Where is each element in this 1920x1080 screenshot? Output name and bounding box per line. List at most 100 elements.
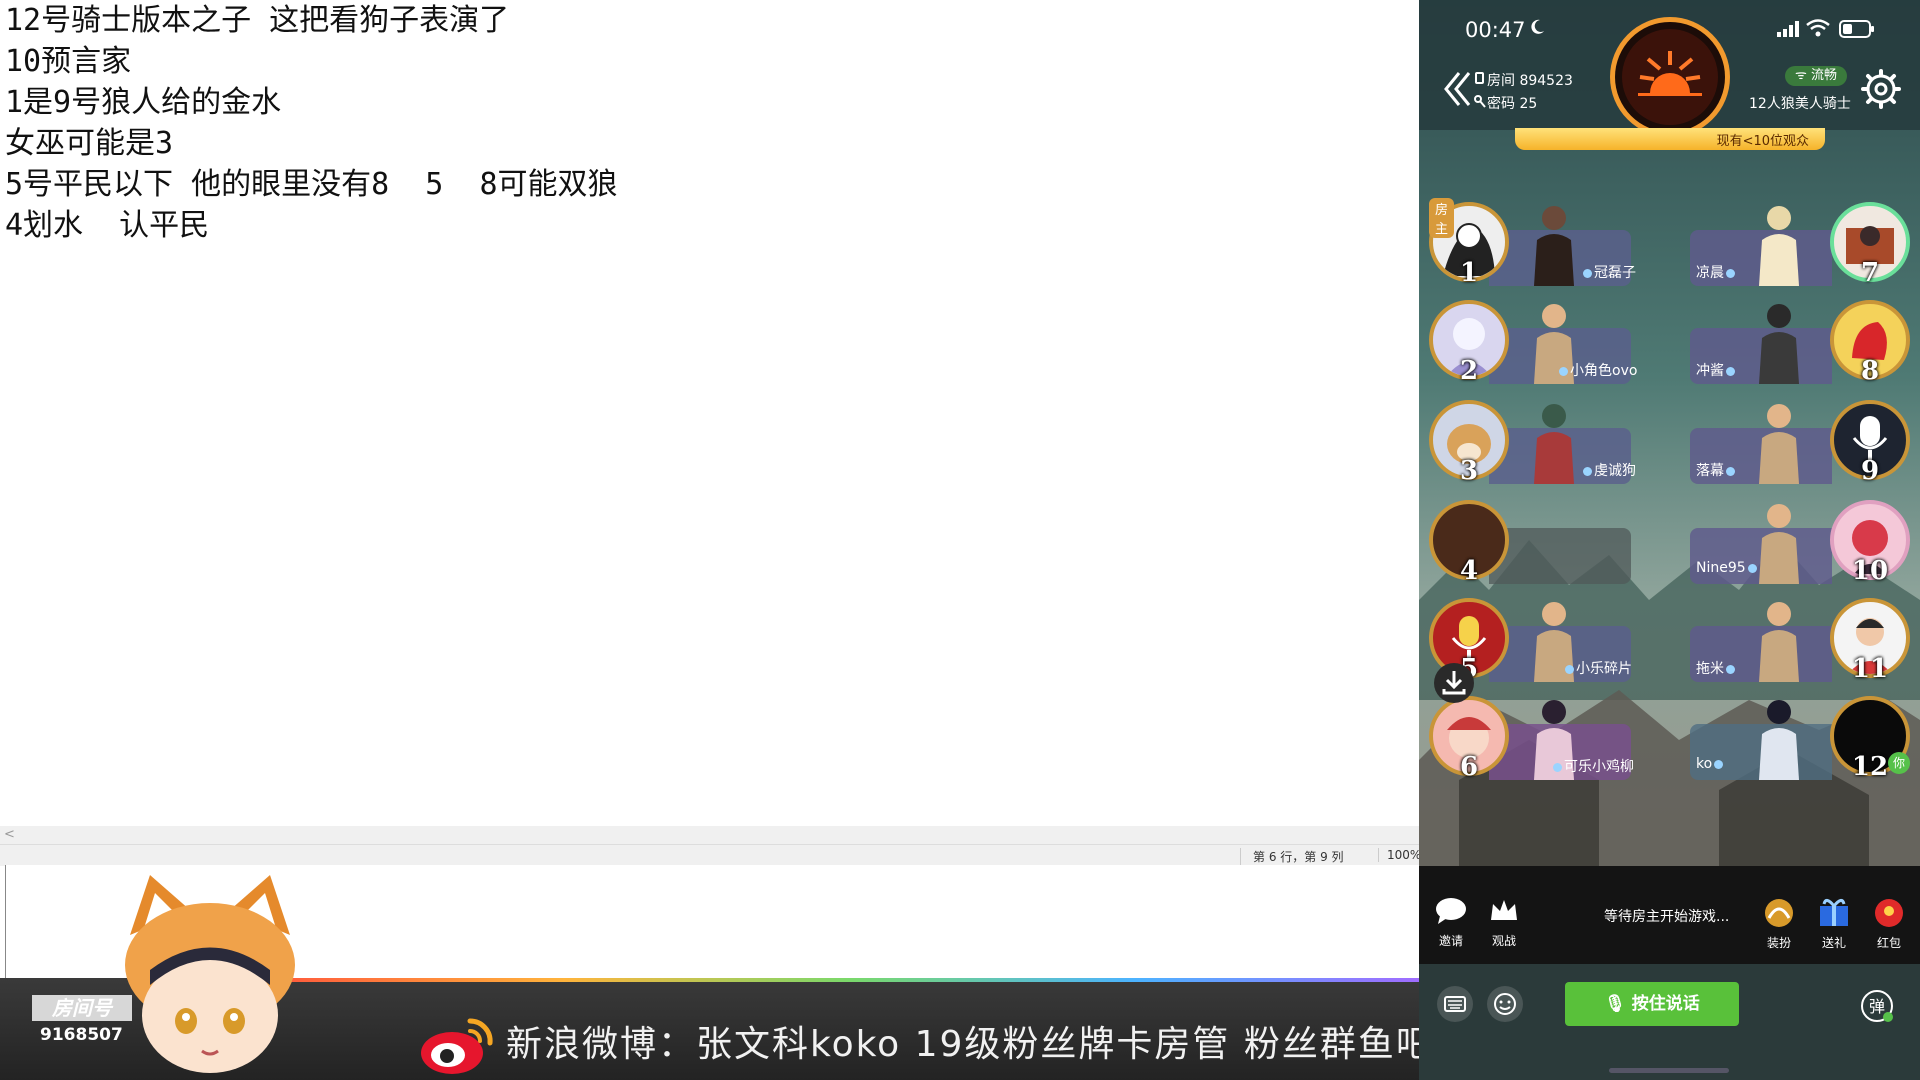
- zoom-level: 100%: [1378, 848, 1421, 862]
- network-status-badge: ᯤ 流畅: [1785, 66, 1848, 86]
- seat-number: 3: [1459, 456, 1479, 486]
- mic-icon: 🎙: [1604, 994, 1626, 1014]
- dress-button[interactable]: 装扮: [1757, 896, 1801, 951]
- room-label: 房间号: [32, 995, 132, 1021]
- player-name-plate: [1489, 528, 1631, 584]
- character-figure-icon: [1759, 700, 1799, 780]
- seat-number: 9: [1860, 456, 1880, 486]
- push-to-talk-button[interactable]: 🎙 按住说话: [1565, 982, 1739, 1026]
- note-line: 10预言家: [5, 44, 132, 79]
- streamer-mascot-icon: [125, 875, 295, 1073]
- room-icon: [1475, 72, 1484, 84]
- player-nickname: 凉晨: [1696, 262, 1737, 282]
- nickname-text: 小乐碎片: [1576, 661, 1632, 677]
- invite-button[interactable]: 邀请: [1429, 896, 1473, 949]
- player-nickname: 小乐碎片: [1563, 658, 1632, 678]
- wifi-icon: [1806, 19, 1830, 37]
- note-line: 女巫可能是3: [5, 126, 174, 161]
- status-dot-icon: [1583, 268, 1592, 278]
- chat-input-bar: 🎙 按住说话 弹: [1419, 964, 1920, 1080]
- seat-number: 2: [1459, 356, 1479, 386]
- game-toolbar: 邀请 观战 等待房主开始游戏... 装扮 送礼 红包: [1419, 866, 1920, 964]
- seat-number: 7: [1860, 258, 1880, 288]
- status-dot-icon: [1726, 466, 1735, 476]
- room-number: 9168507: [40, 1025, 123, 1045]
- battery-icon: [1839, 20, 1874, 38]
- note-line: 4划水 认平民: [5, 208, 210, 243]
- seat-number: 11: [1851, 654, 1889, 684]
- note-line: 5号平民以下 他的眼里没有8 5 8可能双狼: [5, 167, 618, 202]
- player-nickname: 冲酱: [1696, 360, 1737, 380]
- character-figure-icon: [1759, 304, 1799, 384]
- horizontal-scrollbar[interactable]: <: [0, 826, 1419, 844]
- nickname-text: 冠磊子: [1594, 265, 1636, 281]
- status-dot-icon: [1726, 268, 1735, 278]
- status-dot-icon: [1714, 759, 1724, 769]
- nickname-text: Nine95: [1696, 560, 1746, 576]
- sun-emblem-icon: [1610, 17, 1730, 137]
- network-status-text: 流畅: [1811, 68, 1838, 83]
- red-packet-icon: [1875, 899, 1903, 927]
- wifi-small-icon: ᯤ: [1795, 68, 1812, 83]
- stream-overlay-banner: 新浪微博：张文科koko 19级粉丝牌卡房管 粉丝群鱼吧 房间号 9168507: [0, 865, 1432, 1080]
- push-to-talk-label: 按住说话: [1631, 994, 1700, 1014]
- status-dot-icon: [1726, 366, 1735, 376]
- chat-bubble-icon: [1436, 898, 1466, 924]
- notepad-window: 12号骑士版本之子 这把看狗子表演了 10预言家 1是9号狼人给的金水 女巫可能…: [0, 0, 1421, 866]
- player-nickname: 拖米: [1696, 658, 1737, 678]
- danmaku-label: 弹: [1869, 997, 1885, 1016]
- status-dot-icon: [1747, 563, 1757, 573]
- red-packet-button[interactable]: 红包: [1867, 896, 1911, 951]
- download-icon[interactable]: [1433, 662, 1475, 704]
- keyboard-button[interactable]: [1437, 986, 1473, 1022]
- banner-ticker-text: 新浪微博：张文科koko 19级粉丝牌卡房管 粉丝群鱼吧: [506, 1024, 1434, 1065]
- status-time: 00:47: [1465, 18, 1526, 42]
- character-figure-icon: [1759, 206, 1799, 286]
- nickname-text: 可乐小鸡柳: [1564, 759, 1634, 775]
- status-dot-icon: [1583, 466, 1592, 476]
- crown-icon: [1491, 900, 1517, 920]
- note-line: 1是9号狼人给的金水: [5, 85, 282, 120]
- player-nickname: 落幕: [1696, 460, 1737, 480]
- status-dot-icon: [1726, 664, 1735, 674]
- character-figure-icon: [1759, 404, 1799, 484]
- character-figure-icon: [1534, 206, 1574, 286]
- nickname-text: 落幕: [1696, 463, 1724, 479]
- home-indicator[interactable]: [1609, 1068, 1729, 1073]
- red-packet-label: 红包: [1876, 936, 1901, 950]
- host-badge: 房主: [1429, 198, 1455, 238]
- gift-button[interactable]: 送礼: [1812, 896, 1856, 951]
- scroll-left-icon[interactable]: <: [4, 826, 15, 844]
- spectate-label: 观战: [1491, 934, 1516, 948]
- seat-number: 4: [1459, 556, 1479, 586]
- audience-bar[interactable]: 现有<10位观众: [1515, 128, 1825, 150]
- nickname-text: 小角色ovo: [1570, 363, 1638, 379]
- game-mode-label: 12人狼美人骑士: [1749, 96, 1851, 112]
- invite-label: 邀请: [1438, 934, 1463, 948]
- character-figure-icon: [1759, 504, 1799, 584]
- status-dot-icon: [1559, 366, 1568, 376]
- emoji-button[interactable]: [1487, 986, 1523, 1022]
- keyboard-icon: [1444, 996, 1466, 1012]
- room-id: 房间 894523: [1487, 73, 1573, 89]
- back-icon[interactable]: [1443, 70, 1471, 108]
- audience-count: 现有<10位观众: [1716, 134, 1809, 149]
- nickname-text: 虔诚狗: [1594, 463, 1636, 479]
- notepad-text-area[interactable]: 12号骑士版本之子 这把看狗子表演了 10预言家 1是9号狼人给的金水 女巫可能…: [5, 0, 618, 246]
- gift-icon: [1820, 899, 1848, 926]
- gift-label: 送礼: [1821, 936, 1846, 950]
- spectate-button[interactable]: 观战: [1482, 896, 1526, 949]
- player-nickname: 虔诚狗: [1581, 460, 1636, 480]
- dress-up-icon: [1765, 899, 1793, 927]
- player-nickname: ko: [1696, 756, 1725, 772]
- seat-number: 1: [1459, 258, 1479, 288]
- player-nickname: 可乐小鸡柳: [1551, 756, 1634, 776]
- seat-number: 10: [1851, 556, 1889, 586]
- nickname-text: 冲酱: [1696, 363, 1724, 379]
- gear-icon[interactable]: [1860, 68, 1902, 110]
- seat-number: 8: [1860, 356, 1880, 386]
- cursor-position: 第 6 行，第 9 列: [1240, 848, 1344, 865]
- danmaku-button[interactable]: 弹: [1859, 988, 1895, 1024]
- weibo-logo-icon: [421, 1018, 493, 1074]
- phone-screen: 00:47 房间 894523 密码 25 ᯤ 流畅 12人狼美人骑士 现有<1…: [1419, 0, 1920, 1080]
